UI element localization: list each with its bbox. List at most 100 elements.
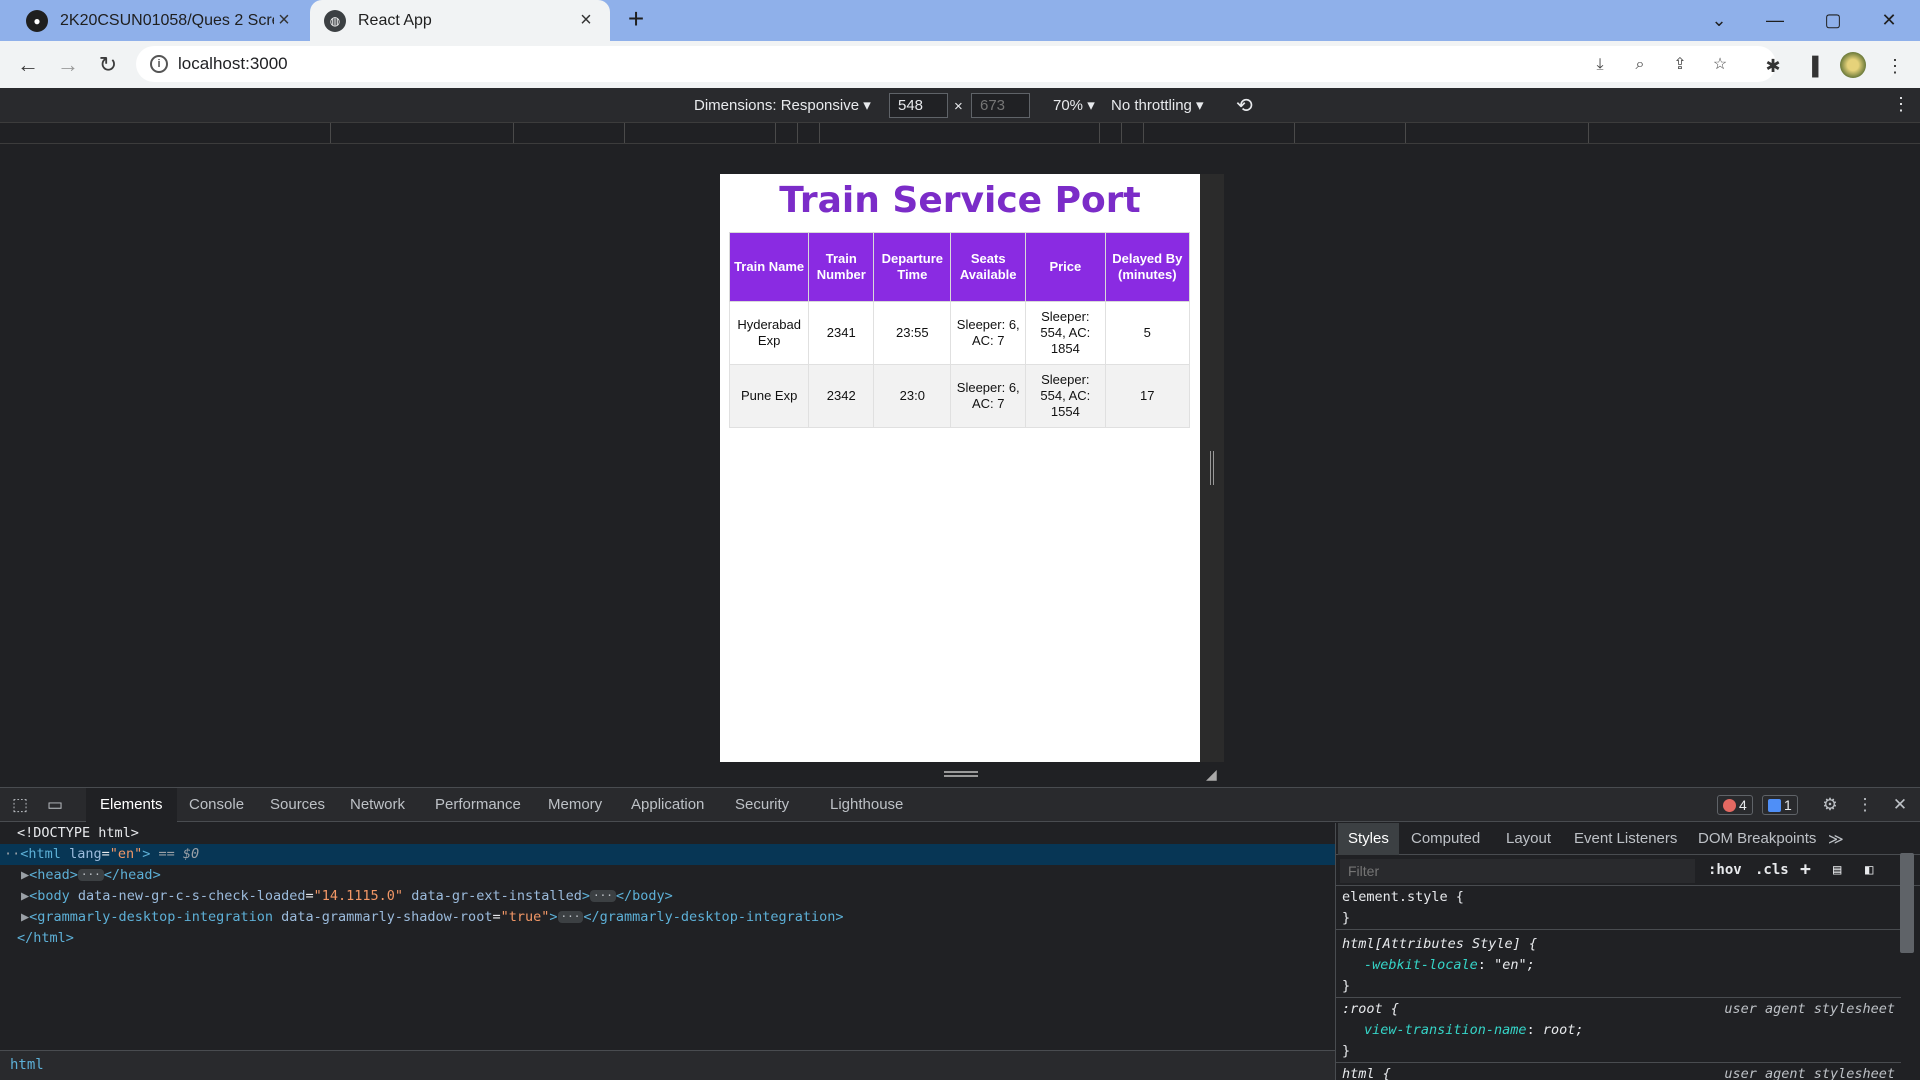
ruler-segment[interactable] <box>514 123 625 143</box>
train-table: Train Name Train Number Departure Time S… <box>728 232 1191 428</box>
devtools-menu-icon[interactable]: ⋮ <box>1854 795 1876 815</box>
height-resize-handle[interactable] <box>944 771 978 777</box>
inspect-element-icon[interactable]: ⬚ <box>9 795 31 815</box>
css-selector[interactable]: element.style { <box>1336 887 1901 908</box>
css-rule-element-style: element.style { } <box>1336 887 1901 930</box>
install-icon[interactable]: ⤓ <box>1590 55 1610 75</box>
more-tabs-icon[interactable]: ≫ <box>1828 830 1844 848</box>
profile-avatar[interactable] <box>1840 52 1866 78</box>
throttling-dropdown[interactable]: No throttling ▾ <box>1111 96 1204 114</box>
dom-node-html-close[interactable]: </html> <box>0 928 1335 949</box>
close-window-button[interactable]: ✕ <box>1866 0 1912 41</box>
css-declaration[interactable]: -webkit-locale: "en"; <box>1336 955 1901 976</box>
site-info-icon[interactable]: i <box>150 55 168 73</box>
ruler-segment[interactable] <box>820 123 1100 143</box>
ruler-segment[interactable] <box>798 123 820 143</box>
ruler-segment[interactable] <box>776 123 798 143</box>
forward-arrow-icon[interactable]: → <box>52 49 84 81</box>
settings-gear-icon[interactable]: ⚙ <box>1819 795 1841 815</box>
dimensions-dropdown[interactable]: Dimensions: Responsive ▾ <box>694 96 871 114</box>
new-tab-button[interactable]: + <box>622 5 650 34</box>
viewport-width-input[interactable] <box>889 93 948 118</box>
seats-cell: Sleeper: 6, AC: 7 <box>950 301 1027 365</box>
address-bar[interactable]: i localhost:3000 ⤓ ⌕ ⇪ ☆ <box>136 46 1776 82</box>
styles-tab-bar: Styles Computed Layout Event Listeners D… <box>1336 823 1920 855</box>
ruler-segment[interactable] <box>1144 123 1295 143</box>
browser-menu-icon[interactable]: ⋮ <box>1884 55 1906 77</box>
class-toggle[interactable]: .cls <box>1755 862 1789 878</box>
close-devtools-icon[interactable]: ✕ <box>1889 795 1911 815</box>
css-declaration[interactable]: view-transition-name: root; <box>1336 1020 1901 1041</box>
ruler-segment[interactable] <box>1295 123 1406 143</box>
tab-performance[interactable]: Performance <box>435 796 521 813</box>
hover-state-toggle[interactable]: :hov <box>1708 862 1742 878</box>
tab-network[interactable]: Network <box>350 796 405 813</box>
viewport-height-input[interactable] <box>971 93 1030 118</box>
expand-triangle-icon[interactable]: ▶ <box>0 867 29 883</box>
dom-node-doctype[interactable]: <!DOCTYPE html> <box>0 823 1335 844</box>
tab-memory[interactable]: Memory <box>548 796 602 813</box>
minimize-button[interactable]: — <box>1752 0 1798 41</box>
css-selector: html[Attributes Style] { <box>1342 936 1538 952</box>
toggle-sidebar-icon[interactable]: ◧ <box>1865 862 1873 878</box>
ruler-segment[interactable] <box>1406 123 1589 143</box>
breadcrumb-html[interactable]: html <box>10 1057 44 1073</box>
dom-node-html[interactable]: ··<html lang="en"> == $0 <box>0 844 1335 865</box>
device-toolbar-menu-icon[interactable]: ⋮ <box>1892 94 1910 115</box>
tab-elements[interactable]: Elements <box>86 788 177 822</box>
tab-event-listeners[interactable]: Event Listeners <box>1574 830 1677 847</box>
ruler-segment[interactable] <box>625 123 776 143</box>
tab-github[interactable]: ● 2K20CSUN01058/Ques 2 Screens × <box>12 0 308 41</box>
reload-icon[interactable]: ↻ <box>92 49 124 81</box>
dom-node-grammarly[interactable]: ▶<grammarly-desktop-integration data-gra… <box>0 907 1335 928</box>
ruler-segment[interactable] <box>1122 123 1144 143</box>
bookmark-star-icon[interactable]: ☆ <box>1710 55 1730 75</box>
dom-node-head[interactable]: ▶<head> ··· </head> <box>0 865 1335 886</box>
tab-computed[interactable]: Computed <box>1411 830 1480 847</box>
delay-cell: 5 <box>1104 301 1191 365</box>
ellipsis-badge[interactable]: ··· <box>590 890 616 902</box>
add-rule-icon[interactable]: + <box>1800 859 1811 880</box>
close-tab-icon[interactable]: × <box>274 9 294 32</box>
styles-filter-row: :hov .cls + ▤ ◧ <box>1336 856 1920 886</box>
ruler-segment[interactable] <box>0 123 331 143</box>
error-count-badge[interactable]: 4 <box>1717 795 1753 815</box>
ruler-segment[interactable] <box>331 123 514 143</box>
tab-react-app[interactable]: ◍ React App × <box>310 0 610 41</box>
tab-security[interactable]: Security <box>735 796 789 813</box>
back-arrow-icon[interactable]: ← <box>12 49 44 81</box>
styles-filter-input[interactable] <box>1340 859 1695 883</box>
width-resize-handle[interactable] <box>1210 451 1214 485</box>
dom-node-body[interactable]: ▶<body data-new-gr-c-s-check-loaded="14.… <box>0 886 1335 907</box>
tab-console[interactable]: Console <box>189 796 244 813</box>
side-panel-icon[interactable]: ▐ <box>1801 55 1823 77</box>
tab-layout[interactable]: Layout <box>1506 830 1551 847</box>
message-count-badge[interactable]: 1 <box>1762 795 1798 815</box>
tab-dom-breakpoints[interactable]: DOM Breakpoints <box>1698 830 1816 847</box>
tab-search-icon[interactable]: ⌄ <box>1696 0 1742 41</box>
css-selector-line: :root {user agent stylesheet <box>1336 999 1901 1020</box>
tab-lighthouse[interactable]: Lighthouse <box>830 796 903 813</box>
ellipsis-badge[interactable]: ··· <box>77 869 104 881</box>
styles-scrollbar[interactable] <box>1900 853 1914 953</box>
tab-styles[interactable]: Styles <box>1338 823 1399 855</box>
ruler-segment[interactable] <box>1100 123 1122 143</box>
url-text[interactable]: localhost:3000 <box>178 54 288 74</box>
rotate-icon[interactable]: ⟲ <box>1236 93 1253 118</box>
expand-triangle-icon[interactable]: ▶ <box>0 888 29 904</box>
zoom-dropdown[interactable]: 70% ▾ <box>1053 96 1095 114</box>
paint-icon[interactable]: ▤ <box>1833 862 1841 878</box>
zoom-icon[interactable]: ⌕ <box>1630 55 1650 75</box>
extensions-puzzle-icon[interactable]: ✱ <box>1762 55 1784 77</box>
expand-triangle-icon[interactable]: ▶ <box>0 909 29 925</box>
tab-sources[interactable]: Sources <box>270 796 325 813</box>
share-icon[interactable]: ⇪ <box>1670 55 1690 75</box>
selected-node-marker: == $0 <box>158 846 200 862</box>
device-toggle-icon[interactable]: ▭ <box>44 795 66 815</box>
close-tab-icon[interactable]: × <box>576 9 596 32</box>
ellipsis-badge[interactable]: ··· <box>557 911 584 923</box>
maximize-button[interactable]: ▢ <box>1810 0 1856 41</box>
tab-application[interactable]: Application <box>631 796 704 813</box>
body-open-tag: <body <box>29 888 70 904</box>
corner-resize-icon[interactable]: ◢ <box>1206 766 1217 783</box>
